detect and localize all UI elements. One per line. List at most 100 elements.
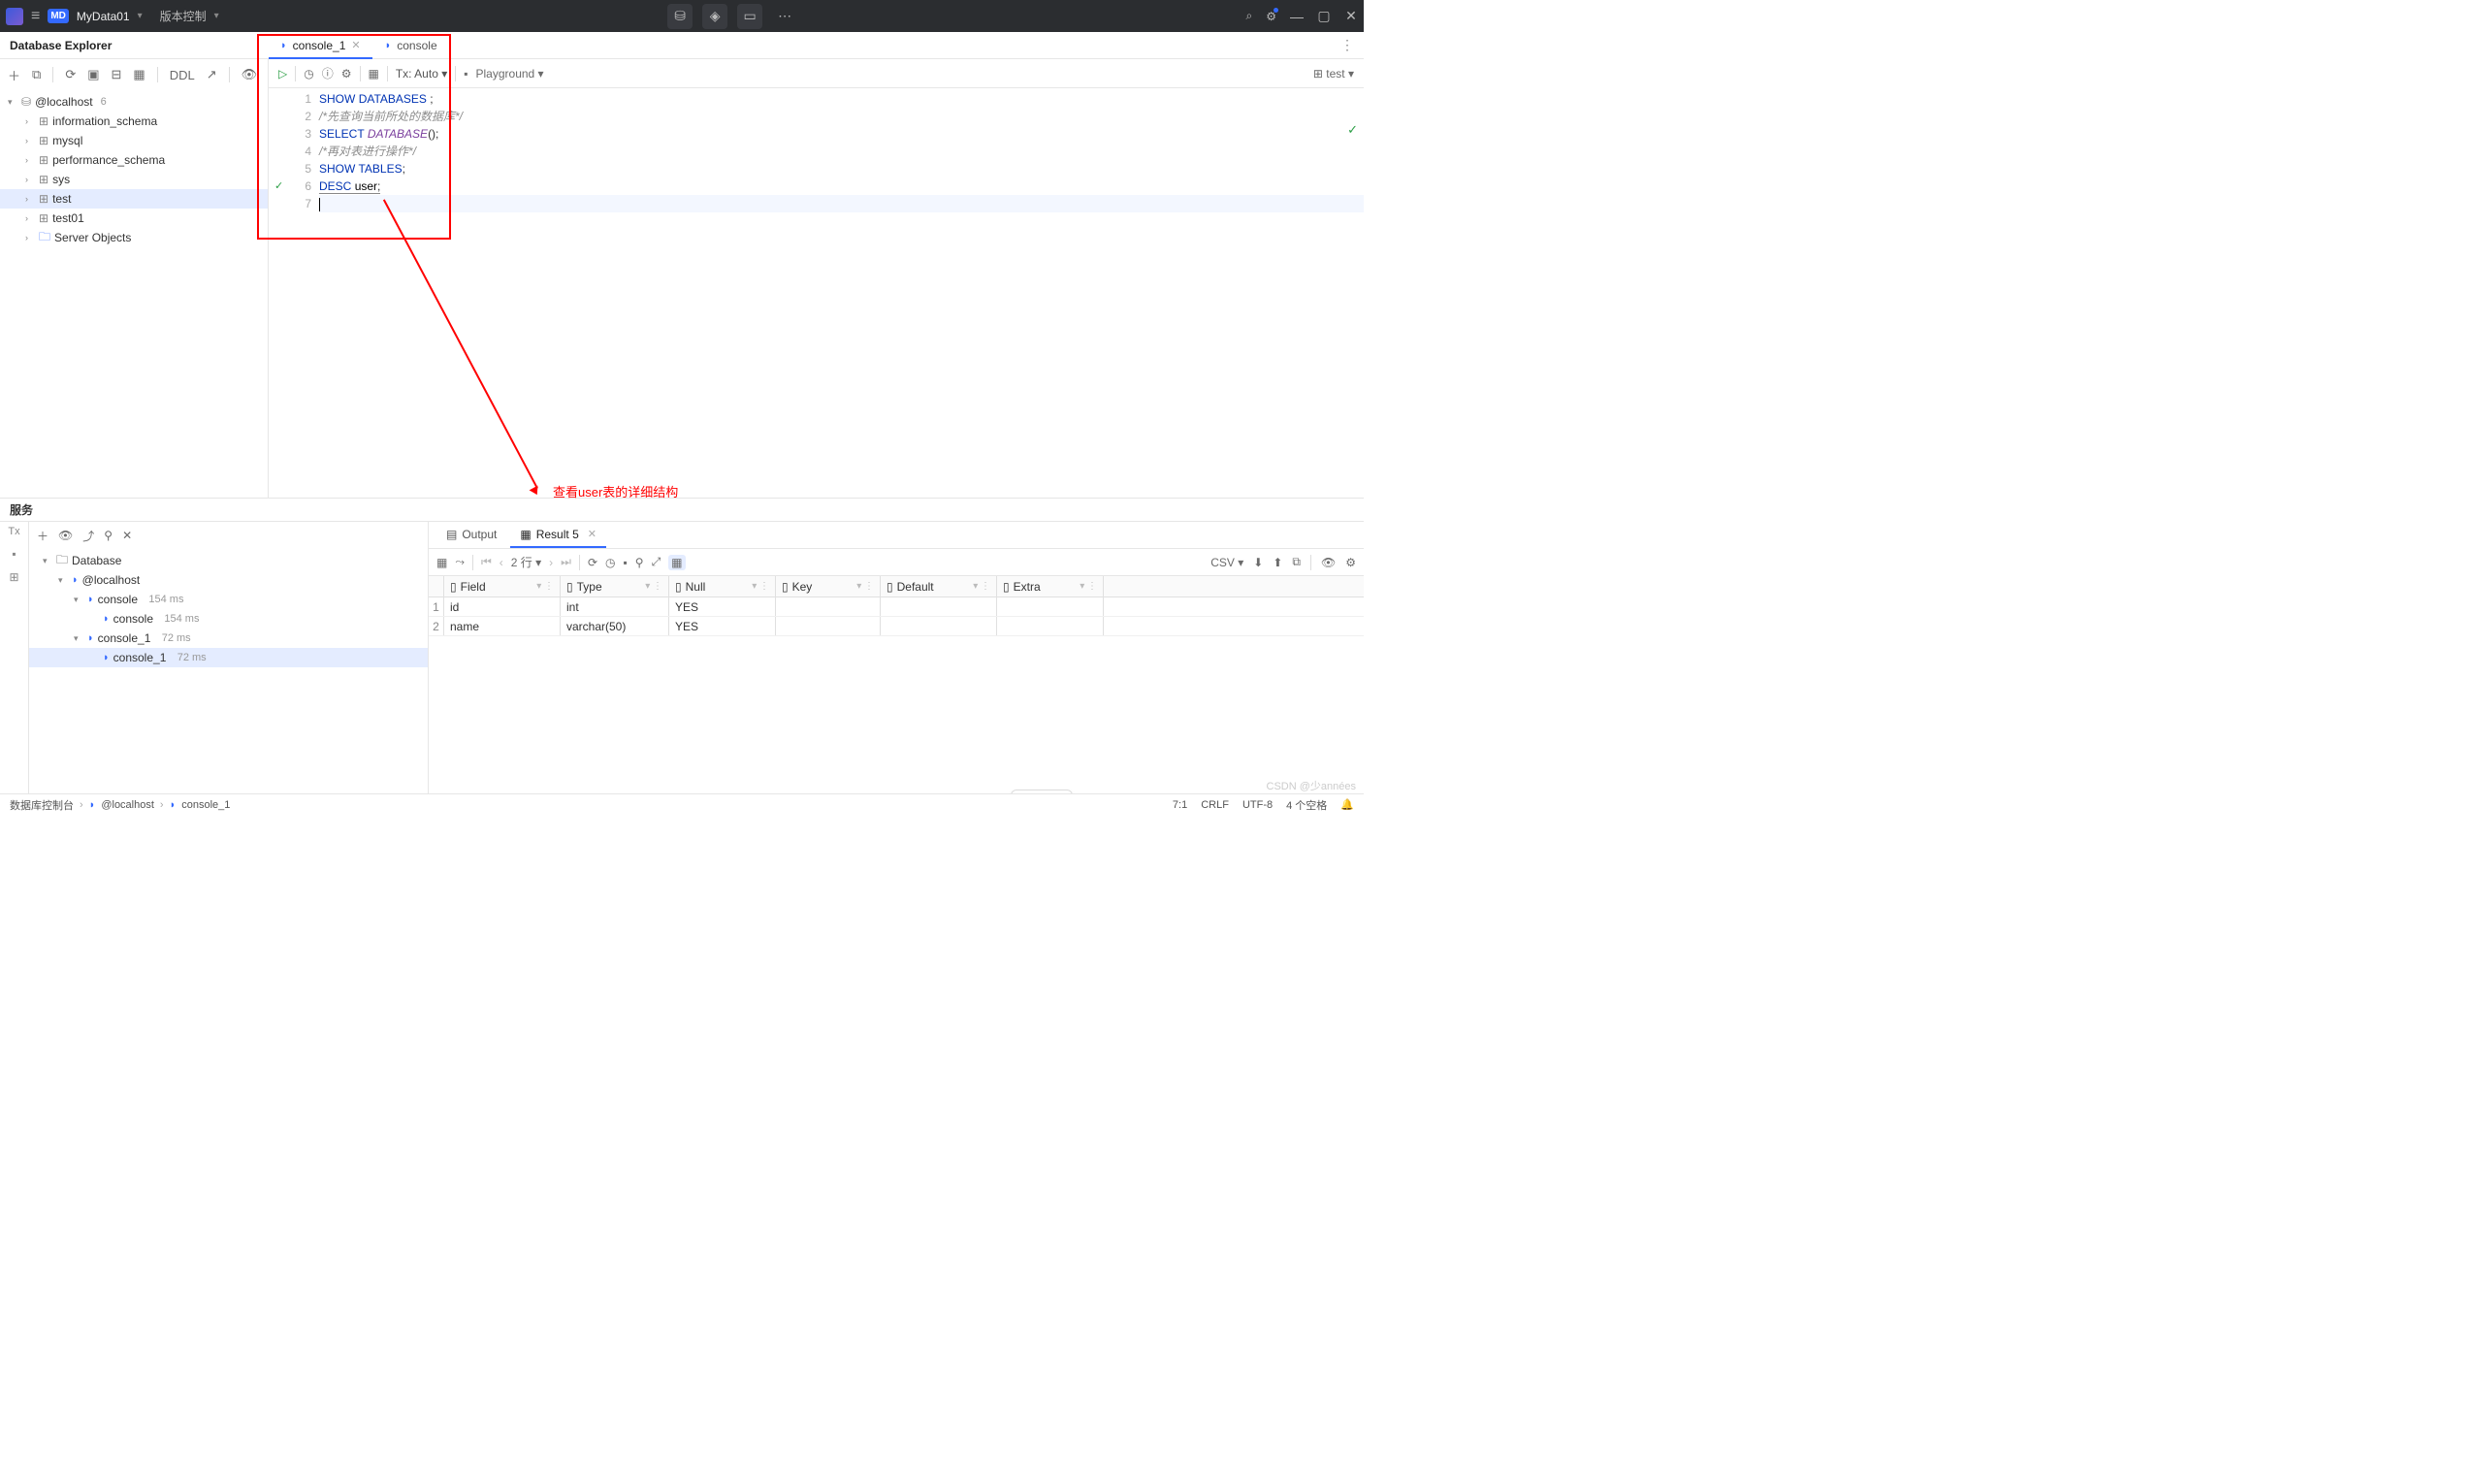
tree-schema[interactable]: ›test01	[0, 209, 268, 228]
view-icon[interactable]: 👁	[242, 67, 258, 82]
chevron-down-icon[interactable]: ▾	[138, 11, 143, 21]
transaction-icon[interactable]: ⊟	[112, 67, 122, 82]
grid-header-default[interactable]: ▯ Default▾ ⋮	[881, 576, 997, 597]
table-row[interactable]: 2namevarchar(50)YES	[429, 617, 1364, 636]
view-icon[interactable]: 👁	[1321, 556, 1336, 569]
close-icon[interactable]: ✕	[1344, 10, 1358, 23]
folder-icon[interactable]: ▭	[737, 4, 762, 29]
indent[interactable]: 4 个空格	[1286, 797, 1327, 813]
tree-schema[interactable]: ›information_schema	[0, 112, 268, 131]
database-icon[interactable]: ⛁	[667, 4, 693, 29]
run-icon[interactable]: ▷	[278, 67, 287, 81]
schedule-icon[interactable]: ◷	[605, 556, 615, 569]
table-view-icon[interactable]: ▦	[369, 67, 379, 81]
refresh-icon[interactable]: ⟳	[65, 67, 76, 82]
layout-icon[interactable]: ⊞	[9, 570, 18, 584]
code-lines[interactable]: SHOW DATABASES ;/*先查询当前所处的数据库*/SELECT DA…	[319, 88, 1364, 498]
reload-icon[interactable]: ⟳	[588, 556, 597, 569]
search-icon[interactable]: ⌕	[1246, 9, 1253, 23]
code-editor[interactable]: 12345✓67 SHOW DATABASES ;/*先查询当前所处的数据库*/…	[269, 88, 1364, 498]
close-icon[interactable]: ✕	[122, 529, 132, 542]
copy-icon[interactable]: ⧉	[1292, 555, 1301, 569]
chart-view-icon[interactable]: ⤳	[455, 555, 465, 569]
tabs-more-icon[interactable]: ⋮	[1340, 37, 1364, 53]
tab-output[interactable]: ▤Output	[436, 522, 506, 548]
tab-close-icon[interactable]: ✕	[351, 39, 360, 51]
line-ending[interactable]: CRLF	[1201, 799, 1229, 811]
services-console-1[interactable]: ▾◗console_1 72 ms	[29, 629, 428, 648]
add-datasource-icon[interactable]: ＋	[8, 66, 20, 84]
notifications-icon[interactable]: 🔔	[1340, 798, 1354, 811]
prev-page-icon[interactable]: ‹	[500, 556, 503, 569]
tree-schema-test[interactable]: ›test	[0, 189, 268, 209]
settings-icon[interactable]: ⚙	[1345, 556, 1356, 569]
breadcrumb[interactable]: 数据库控制台› ◗@localhost› ◗console_1	[10, 797, 230, 813]
grid-header-null[interactable]: ▯ Null▾ ⋮	[669, 576, 776, 597]
first-page-icon[interactable]: ⏮	[481, 555, 492, 569]
minimize-icon[interactable]: —	[1290, 10, 1304, 23]
tree-schema[interactable]: ›performance_schema	[0, 150, 268, 170]
grid-header-key[interactable]: ▯ Key▾ ⋮	[776, 576, 881, 597]
breadcrumb-item[interactable]: console_1	[181, 799, 230, 811]
cursor-position[interactable]: 7:1	[1173, 799, 1187, 811]
menu-hamburger-icon[interactable]: ≡	[31, 8, 40, 25]
playground-dropdown[interactable]: Playground ▾	[476, 67, 544, 81]
more-icon[interactable]: ⋯	[772, 4, 797, 29]
project-name[interactable]: MyData01	[77, 10, 130, 23]
services-host[interactable]: ▾◗@localhost	[29, 570, 428, 590]
filter-icon[interactable]: ▾ ⋮	[645, 581, 662, 592]
services-console[interactable]: ▾◗console 154 ms	[29, 590, 428, 609]
tab-result-5[interactable]: ▦Result 5✕	[510, 522, 606, 548]
filter-icon[interactable]: ▾ ⋮	[856, 581, 874, 592]
services-console-run[interactable]: ◗console 154 ms	[29, 609, 428, 629]
pin-icon[interactable]: ⚲	[635, 556, 644, 569]
breadcrumb-item[interactable]: 数据库控制台	[10, 797, 74, 813]
rerun-icon[interactable]: ⤴	[82, 528, 94, 544]
run-config-icon[interactable]: ◈	[702, 4, 727, 29]
tree-datasource-root[interactable]: ▾⛁ @localhost 6	[0, 92, 268, 112]
tree-schema[interactable]: ›sys	[0, 170, 268, 189]
filter-icon[interactable]: ▾ ⋮	[536, 581, 554, 592]
settings-gear-icon[interactable]: ⚙	[1266, 10, 1276, 23]
vcs-menu[interactable]: 版本控制	[160, 8, 207, 24]
table-row[interactable]: 1idintYES	[429, 597, 1364, 617]
table-icon[interactable]: ▦	[133, 67, 145, 82]
filter-icon[interactable]: ⚲	[104, 529, 113, 542]
stop-icon[interactable]: ▪	[12, 547, 16, 561]
row-count[interactable]: 2 行 ▾	[511, 554, 541, 570]
tx-mode-dropdown[interactable]: Tx: Auto ▾	[396, 67, 447, 81]
stop-icon[interactable]: ▪	[464, 67, 468, 81]
grid-header-type[interactable]: ▯ Type▾ ⋮	[561, 576, 669, 597]
filter-icon[interactable]: ▾ ⋮	[973, 581, 990, 592]
settings-icon[interactable]: ⚙	[341, 67, 352, 81]
next-page-icon[interactable]: ›	[549, 556, 553, 569]
filter-icon[interactable]: ▾ ⋮	[1080, 581, 1097, 592]
stop-icon[interactable]: ▪	[624, 556, 628, 569]
results-grid[interactable]: ▯ Field▾ ⋮ ▯ Type▾ ⋮ ▯ Null▾ ⋮ ▯ Key▾ ⋮ …	[429, 576, 1364, 636]
zoom-icon[interactable]: ⤢	[652, 555, 661, 569]
last-page-icon[interactable]: ⏭	[561, 555, 571, 569]
maximize-icon[interactable]: ▢	[1317, 10, 1331, 23]
add-icon[interactable]: ＋	[37, 528, 48, 544]
services-console-1-run[interactable]: ◗console_1 72 ms	[29, 648, 428, 667]
stop-icon[interactable]: ▣	[87, 67, 99, 82]
upload-icon[interactable]: ⬆	[1273, 556, 1282, 569]
duplicate-icon[interactable]: ⧉	[32, 67, 41, 82]
explain-icon[interactable]: ⓘ	[322, 65, 334, 81]
encoding[interactable]: UTF-8	[1242, 799, 1273, 811]
export-csv-dropdown[interactable]: CSV ▾	[1210, 556, 1243, 569]
jump-icon[interactable]: ↗	[207, 67, 217, 82]
tab-console[interactable]: ◗ console	[373, 32, 450, 58]
tab-close-icon[interactable]: ✕	[588, 528, 597, 540]
tree-schema[interactable]: ›mysql	[0, 131, 268, 150]
grid-header-extra[interactable]: ▯ Extra▾ ⋮	[997, 576, 1104, 597]
tab-console-1[interactable]: ◗ console_1 ✕	[269, 32, 373, 58]
transpose-icon[interactable]: ▦	[668, 555, 685, 570]
download-icon[interactable]: ⬇	[1253, 556, 1263, 569]
ddl-button[interactable]: DDL	[170, 68, 195, 82]
breadcrumb-item[interactable]: @localhost	[101, 799, 154, 811]
schema-scope-icon[interactable]: ⊞ test ▾	[1313, 67, 1354, 81]
grid-view-icon[interactable]: ▦	[436, 556, 447, 569]
history-icon[interactable]: ◷	[304, 67, 313, 81]
tx-label[interactable]: Tx	[8, 526, 19, 537]
